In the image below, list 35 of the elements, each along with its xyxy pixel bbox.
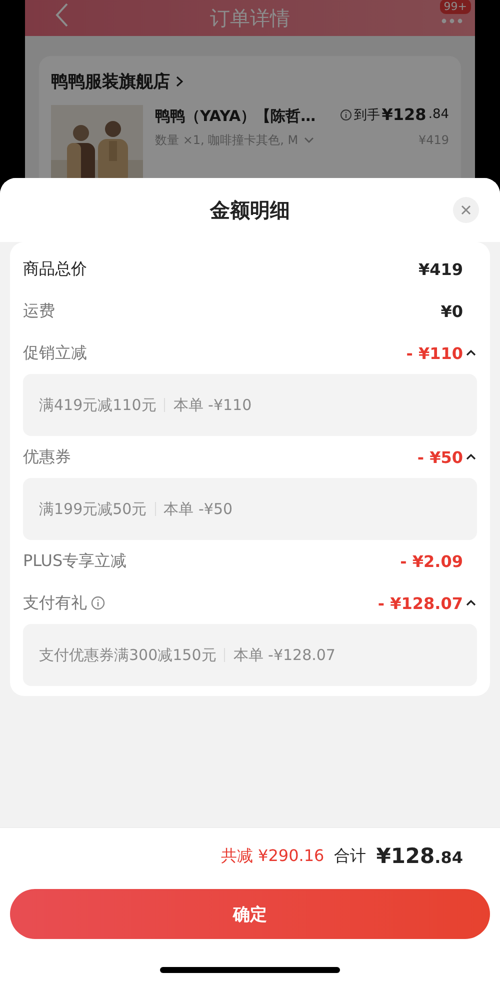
product-title[interactable]: 鸭鸭（YAYA）【陈哲… (155, 106, 316, 126)
row-label: 促销立减 (23, 342, 87, 364)
row-label: 商品总价 (23, 258, 87, 280)
order-discount: 本单 -¥110 (173, 396, 252, 414)
total-amount: ¥128.84 (376, 844, 463, 868)
original-price: ¥419 (418, 132, 449, 146)
row-label: 运费 (23, 300, 55, 322)
back-icon[interactable] (55, 2, 69, 28)
page-title: 订单详情 (210, 4, 290, 32)
close-icon[interactable] (453, 197, 479, 223)
row-amount: - ¥128.07 (378, 594, 463, 612)
row-amount: ¥0 (440, 302, 464, 320)
info-icon[interactable] (91, 596, 105, 610)
store-name[interactable]: 鸭鸭服装旗舰店 (51, 70, 449, 93)
row-amount: - ¥2.09 (400, 552, 464, 570)
row-amount: - ¥50 (417, 448, 463, 466)
row-label: PLUS专享立减 (23, 550, 127, 572)
row-amount: ¥419 (418, 260, 464, 278)
discount-condition: 支付优惠券满300减150元 (39, 646, 216, 664)
discount-condition: 满199元减50元 (39, 500, 147, 518)
row-amount: - ¥110 (406, 344, 463, 362)
info-icon[interactable] (340, 108, 352, 120)
row-label: 支付有礼 (23, 592, 87, 614)
final-price: 到手¥128.84 (340, 105, 449, 124)
sheet-title: 金额明细 (210, 196, 290, 224)
message-badge: 99+ (440, 0, 471, 14)
total-saved: 共减 ¥290.16 (220, 846, 324, 866)
discount-condition: 满419元减110元 (39, 396, 156, 414)
order-discount: 本单 -¥128.07 (233, 646, 336, 664)
chevron-right-icon[interactable] (176, 76, 183, 87)
row-label: 优惠券 (23, 446, 71, 468)
confirm-button[interactable]: 确定 (10, 889, 490, 939)
total-label: 合计 (334, 846, 366, 866)
order-discount: 本单 -¥50 (164, 500, 233, 518)
chevron-down-icon[interactable] (304, 137, 314, 143)
